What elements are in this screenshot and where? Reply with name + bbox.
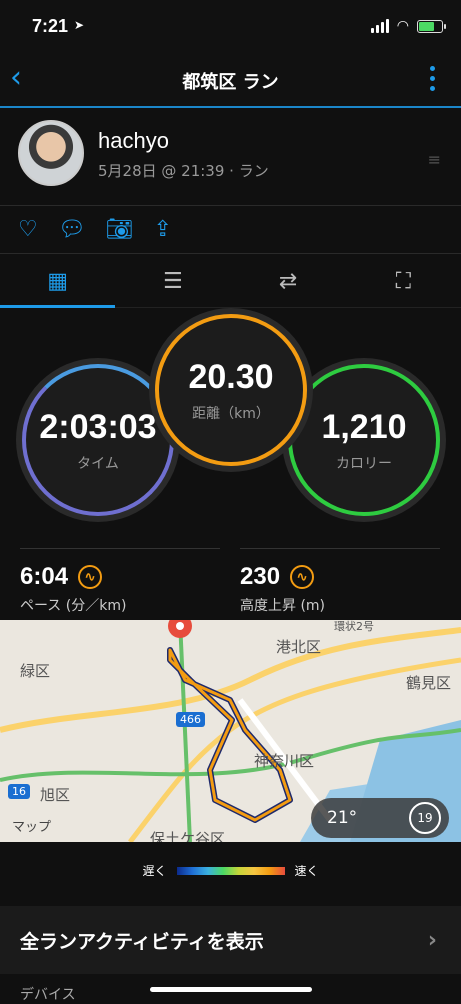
splits-icon: ⇄ bbox=[278, 269, 298, 294]
time-ring[interactable]: 2:03:03 タイム bbox=[22, 364, 174, 516]
home-indicator[interactable] bbox=[150, 987, 312, 992]
legend-slow: 遅く bbox=[142, 864, 167, 878]
status-icons: ◠ bbox=[370, 18, 446, 34]
stats-icon: ▦ bbox=[47, 269, 69, 294]
device-section-label: デバイス bbox=[20, 987, 76, 1003]
map-label-asahi: 旭区 bbox=[40, 786, 71, 804]
pace-value: 6:04 bbox=[20, 563, 69, 590]
elevation-chart-icon: ∿ bbox=[290, 565, 315, 589]
nav-bar: ‹ 都筑区 ラン bbox=[0, 52, 461, 108]
location-arrow-icon: ➤ bbox=[74, 18, 85, 32]
avatar[interactable] bbox=[18, 120, 84, 186]
laps-icon: ☰ bbox=[163, 269, 183, 294]
legend-fast: 速く bbox=[294, 864, 319, 878]
maps-logo-text: マップ bbox=[12, 820, 52, 835]
apple-maps-logo: マップ bbox=[12, 816, 51, 835]
action-row: ♡ 💬︎ 📷︎ ⇪ bbox=[0, 206, 461, 254]
chevron-right-icon: › bbox=[427, 927, 437, 953]
cellular-signal-icon bbox=[370, 19, 389, 33]
username[interactable]: hachyo bbox=[98, 128, 169, 154]
charts-icon: ⛶ bbox=[395, 269, 412, 294]
metric-circles: 2:03:03 タイム 1,210 カロリー 20.30 距離（km） bbox=[0, 310, 461, 540]
pace-chart-icon: ∿ bbox=[78, 565, 103, 589]
elevation-value: 230 bbox=[240, 563, 281, 590]
calories-value: 1,210 bbox=[321, 407, 407, 446]
map-label-hodogaya: 保土ケ谷区 bbox=[150, 830, 226, 842]
map-route-466: 466 bbox=[176, 712, 205, 727]
temperature: 21° bbox=[327, 808, 358, 828]
distance-value: 20.30 bbox=[188, 357, 274, 396]
tab-bar: ▦ ☰ ⇄ ⛶ bbox=[0, 256, 461, 308]
calories-ring[interactable]: 1,210 カロリー bbox=[288, 364, 440, 516]
elevation-stat[interactable]: 230 ∿ 高度上昇 (m) bbox=[240, 548, 440, 615]
map-label-kanagawa: 神奈川区 bbox=[254, 752, 315, 770]
like-icon[interactable]: ♡ bbox=[18, 217, 38, 242]
more-options-icon[interactable] bbox=[430, 66, 435, 91]
comment-icon[interactable]: 💬︎ bbox=[58, 217, 86, 242]
activity-datetime: 5月28日 @ 21:39 · ラン bbox=[98, 162, 269, 180]
pace-color-bar bbox=[176, 866, 285, 875]
time-value: 2:03:03 bbox=[39, 407, 157, 446]
wind-speed: 19 bbox=[417, 811, 433, 825]
map-route-16: 16 bbox=[8, 784, 30, 799]
status-bar: 7:21 ➤ ◠ bbox=[0, 0, 461, 52]
time-label: タイム bbox=[77, 455, 119, 472]
add-photo-icon[interactable]: 📷︎ bbox=[106, 217, 134, 242]
route-map[interactable]: 緑区 港北区 鶴見区 神奈川区 旭区 保土ケ谷区 環状2号 466 16 マップ… bbox=[0, 620, 461, 842]
all-activities-button[interactable]: 全ランアクティビティを表示 › bbox=[0, 906, 461, 974]
pace-label: ペース (分／km) bbox=[20, 598, 127, 614]
secondary-stats: 6:04 ∿ ペース (分／km) 230 ∿ 高度上昇 (m) bbox=[0, 548, 461, 620]
tab-stats[interactable]: ▦ bbox=[0, 256, 116, 308]
tab-laps[interactable]: ☰ bbox=[115, 256, 230, 307]
filter-lines-icon[interactable]: ≡ bbox=[428, 150, 441, 169]
tab-charts[interactable]: ⛶ bbox=[346, 256, 461, 307]
wind-icon: 19 bbox=[409, 802, 441, 834]
wifi-icon: ◠ bbox=[396, 18, 409, 34]
weather-pill[interactable]: 21° 19 bbox=[311, 798, 449, 838]
pace-stat[interactable]: 6:04 ∿ ペース (分／km) bbox=[20, 548, 220, 615]
share-icon[interactable]: ⇪ bbox=[154, 217, 172, 242]
status-time: 7:21 bbox=[32, 16, 69, 36]
map-label-kanjo2: 環状2号 bbox=[334, 620, 374, 633]
activity-header: hachyo 5月28日 @ 21:39 · ラン ≡ bbox=[0, 110, 461, 206]
map-label-tsurumi: 鶴見区 bbox=[406, 674, 452, 692]
distance-label: 距離（km） bbox=[192, 405, 270, 422]
battery-icon bbox=[417, 19, 446, 33]
tab-splits[interactable]: ⇄ bbox=[231, 256, 346, 307]
map-label-kohoku: 港北区 bbox=[276, 638, 322, 656]
map-label-midori: 緑区 bbox=[20, 662, 51, 680]
all-activities-label: 全ランアクティビティを表示 bbox=[20, 930, 264, 953]
distance-ring[interactable]: 20.30 距離（km） bbox=[155, 314, 307, 466]
pace-legend: 遅く 速く bbox=[0, 862, 461, 879]
page-title: 都筑区 ラン bbox=[182, 72, 279, 93]
calories-label: カロリー bbox=[336, 455, 392, 472]
elevation-label: 高度上昇 (m) bbox=[240, 598, 326, 614]
